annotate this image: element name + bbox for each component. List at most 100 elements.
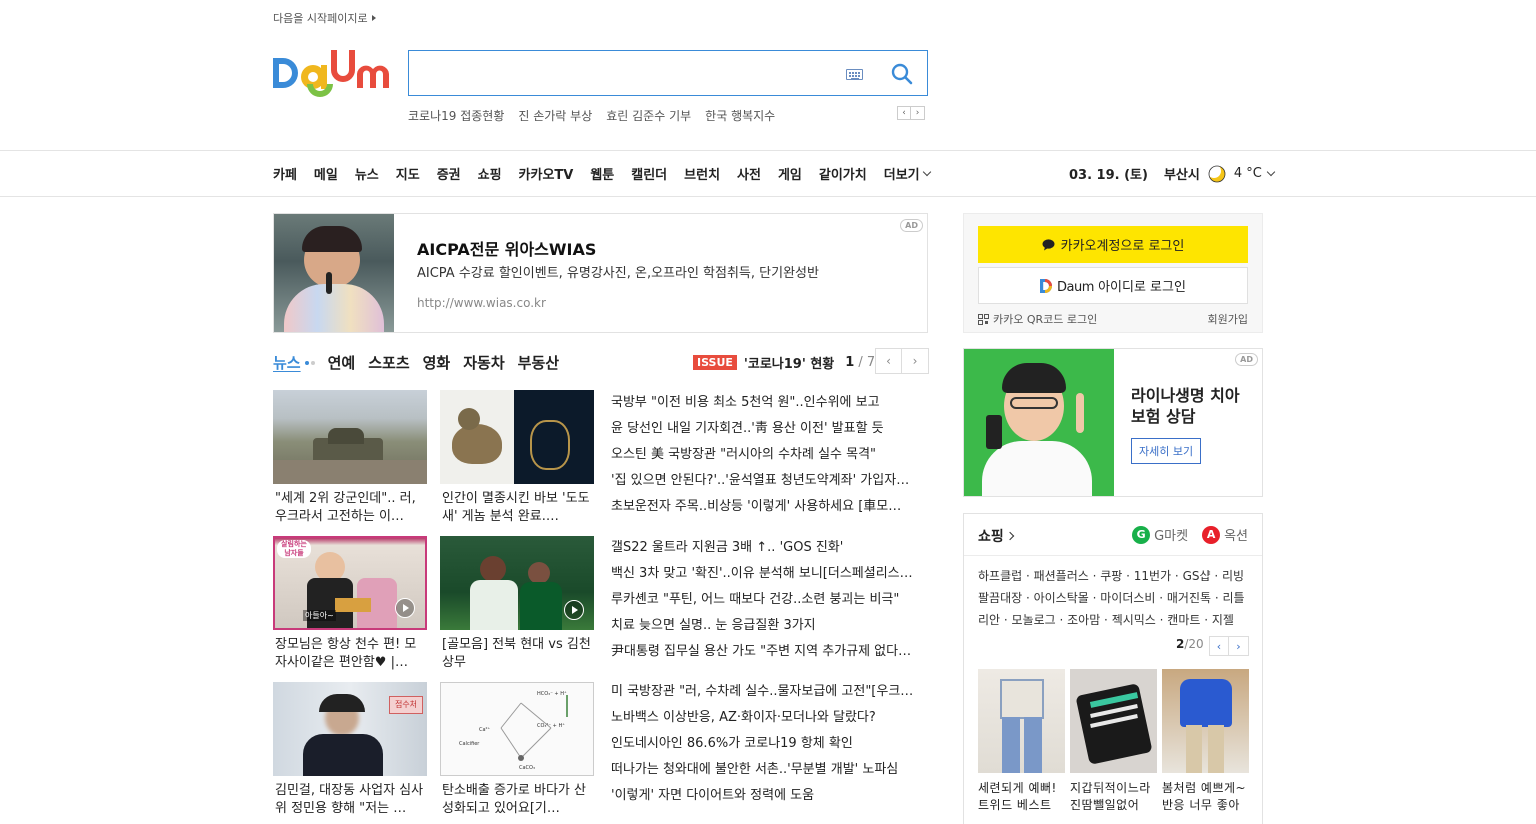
trend-prev-button[interactable]: ‹ [897,106,911,120]
product-image[interactable] [978,669,1065,773]
headline-item[interactable]: 떠나가는 청와대에 불안한 서촌..'무분별 개발' 노파심 [611,757,929,783]
headline-item[interactable]: 초보운전자 주목..비상등 '이렇게' 사용하세요 [車모… [611,494,929,520]
signup-link[interactable]: 회원가입 [1208,311,1248,327]
issue-ticker[interactable]: ISSUE '코로나19' 현황 1 / 7 [693,353,875,372]
news-thumbnail[interactable] [273,390,427,484]
shopping-prev-button[interactable]: ‹ [1209,636,1229,656]
trend-keyword[interactable]: 코로나19 접종현황 [408,107,504,124]
headline-item[interactable]: 윤 당선인 내일 기자회견..'靑 용산 이전' 발표할 듯 [611,416,929,442]
headline-item[interactable]: '집 있으면 안된다?'..'윤석열표 청년도약계좌' 가입자… [611,468,929,494]
kakao-login-button[interactable]: 카카오계정으로 로그인 [978,226,1248,263]
daum-logo[interactable] [273,50,389,98]
product-caption[interactable]: 세련되게 예뻐! 트위드 베스트 [978,780,1065,814]
start-page-link[interactable]: 다음을 시작페이지로 [273,10,376,26]
product-caption[interactable]: 봄처럼 예쁘게~ 반응 너무 좋아 [1162,780,1249,814]
tab-movie[interactable]: 영화 [423,352,451,373]
product-item[interactable]: 세련되게 예뻐! 트위드 베스트 [978,669,1065,814]
news-card[interactable]: 살림하는 남자들 아들아~ 장모님은 항상 천수 편! 모자사이같은 편안함♥ … [273,536,427,672]
headline-item[interactable]: 노바백스 이상반응, AZ·화이자·모더나와 달랐다? [611,705,929,731]
nav-item-dictionary[interactable]: 사전 [737,164,761,183]
issue-prev-button[interactable]: ‹ [875,348,902,374]
product-caption[interactable]: 지갑뒤적이느라 진땀뺄일없어 [1070,780,1157,814]
news-caption[interactable]: 인간이 멸종시킨 바보 '도도새' 게놈 분석 완료.… [440,490,594,526]
nav-item-mail[interactable]: 메일 [314,164,338,183]
search-icon[interactable] [891,63,913,85]
nav-item-brunch[interactable]: 브런치 [684,164,720,183]
news-thumbnail[interactable]: HCO₃⁻ + H⁺ CO₃²⁻ + H⁺ Ca²⁺ Calcifier CaC… [440,682,594,776]
headline-item[interactable]: '이렇게' 자면 다이어트와 정력에 도움 [611,783,929,809]
chevron-down-icon[interactable] [1266,167,1276,177]
auction-link[interactable]: A 옥션 [1202,525,1248,544]
shopping-mall-links[interactable]: 하프클럽 · 패션플러스 · 쿠팡 · 11번가 · GS샵 · 리빙팔끔대장 … [978,565,1250,631]
nav-item-kakaotv[interactable]: 카카오TV [519,164,574,183]
tab-sports[interactable]: 스포츠 [368,352,409,373]
news-card[interactable]: HCO₃⁻ + H⁺ CO₃²⁻ + H⁺ Ca²⁺ Calcifier CaC… [440,682,594,818]
nav-item-stock[interactable]: 증권 [437,164,461,183]
headline-item[interactable]: 루카셴코 "푸틴, 어느 때보다 건강..소련 붕괴는 비극" [611,587,929,613]
news-card[interactable]: 인간이 멸종시킨 바보 '도도새' 게놈 분석 완료.… [440,390,594,526]
video-thumbnail[interactable]: 살림하는 남자들 아들아~ [273,536,427,630]
ad-title[interactable]: AICPA전문 위아스WIAS [417,236,596,260]
headline-item[interactable]: 국방부 "이전 비용 최소 5천억 원"..인수위에 보고 [611,390,929,416]
keyboard-icon[interactable] [846,69,863,80]
product-image[interactable] [1070,669,1157,773]
nav-item-map[interactable]: 지도 [396,164,420,183]
headline-item[interactable]: 오스틴 美 국방장관 "러시아의 수차례 실수 목격" [611,442,929,468]
nav-item-cafe[interactable]: 카페 [273,164,297,183]
product-item[interactable]: 지갑뒤적이느라 진땀뺄일없어 [1070,669,1157,814]
nav-item-calendar[interactable]: 캘린더 [631,164,667,183]
search-input[interactable] [419,59,829,87]
daum-login-button[interactable]: Daum 아이디로 로그인 [978,267,1248,304]
nav-item-game[interactable]: 게임 [778,164,802,183]
nav-item-webtoon[interactable]: 웹툰 [590,164,614,183]
news-thumbnail[interactable] [440,390,594,484]
headline-item[interactable]: 치료 늦으면 실명.. 눈 응급질환 3가지 [611,613,929,639]
headline-item[interactable]: 갤S22 울트라 지원금 3배 ↑.. 'GOS 진화' [611,535,929,561]
news-card[interactable]: 접수처 김민걸, 대장동 사업자 심사위 정민용 향해 "저는 … [273,682,427,818]
qr-login-link[interactable]: 카카오 QR코드 로그인 [978,311,1097,327]
banner-ad[interactable]: AD AICPA전문 위아스WIAS AICPA 수강료 할인이벤트, 유명강사… [273,213,928,333]
weather-date: 03. 19. (토) [1069,168,1148,183]
product-item[interactable]: 봄처럼 예쁘게~ 반응 너무 좋아 [1162,669,1249,814]
tab-realestate[interactable]: 부동산 [518,352,559,373]
search-box[interactable] [408,50,928,96]
shopping-next-button[interactable]: › [1229,636,1249,656]
headline-item[interactable]: 백신 3차 맞고 '확진'..이유 분석해 보니[더스페셜리스… [611,561,929,587]
news-caption[interactable]: 김민걸, 대장동 사업자 심사위 정민용 향해 "저는 … [273,782,427,818]
news-card[interactable]: "세계 2위 강군인데".. 러, 우크라서 고전하는 이… [273,390,427,526]
diagram-label: Calcifier [459,741,480,747]
ad-url[interactable]: http://www.wias.co.kr [417,296,546,310]
nav-more-button[interactable]: 더보기 [884,164,931,183]
product-image[interactable] [1162,669,1249,773]
tab-auto[interactable]: 자동차 [463,352,504,373]
news-card[interactable]: [골모음] 전북 현대 vs 김천 상무 [440,536,594,672]
news-caption[interactable]: "세계 2위 강군인데".. 러, 우크라서 고전하는 이… [273,490,427,526]
headline-item[interactable]: 미 국방장관 "러, 수차례 실수..물자보급에 고전"[우크… [611,679,929,705]
trend-keyword[interactable]: 한국 행복지수 [705,107,775,124]
ad-description: AICPA 수강료 할인이벤트, 유명강사진, 온,오프라인 학점취득, 단기완… [417,266,819,281]
side-banner-ad[interactable]: AD 라이나생명 치아보험 상담 자세히 보기 [963,348,1263,497]
ad-detail-button[interactable]: 자세히 보기 [1131,438,1202,464]
news-thumbnail[interactable]: 접수처 [273,682,427,776]
trend-keyword[interactable]: 효린 김준수 기부 [606,107,691,124]
play-icon [564,600,584,620]
nav-item-together[interactable]: 같이가치 [819,164,867,183]
news-caption[interactable]: 장모님은 항상 천수 편! 모자사이같은 편안함♥ |… [273,636,427,672]
tab-entertainment[interactable]: 연예 [328,352,356,373]
issue-next-button[interactable]: › [902,348,929,374]
ad-title[interactable]: 라이나생명 치아보험 상담 [1131,385,1251,427]
gmarket-link[interactable]: G G마켓 [1132,525,1188,544]
headline-item[interactable]: 인도네시아인 86.6%가 코로나19 항체 확인 [611,731,929,757]
weather-widget[interactable]: 03. 19. (토) 부산시 4 °C [1069,164,1276,183]
nav-item-news[interactable]: 뉴스 [355,164,379,183]
issue-title[interactable]: '코로나19' 현황 [744,353,834,372]
headline-item[interactable]: 尹대통령 집무실 용산 가도 "주변 지역 추가규제 없다… [611,639,929,665]
video-thumbnail[interactable] [440,536,594,630]
tab-news[interactable]: 뉴스 [273,352,301,373]
news-caption[interactable]: 탄소배출 증가로 바다가 산성화되고 있어요[기… [440,782,594,818]
trend-next-button[interactable]: › [911,106,925,120]
nav-item-shopping[interactable]: 쇼핑 [478,164,502,183]
trend-keyword[interactable]: 진 손가락 부상 [518,107,592,124]
shopping-title-link[interactable]: 쇼핑 [978,526,1015,546]
news-caption[interactable]: [골모음] 전북 현대 vs 김천 상무 [440,636,594,672]
